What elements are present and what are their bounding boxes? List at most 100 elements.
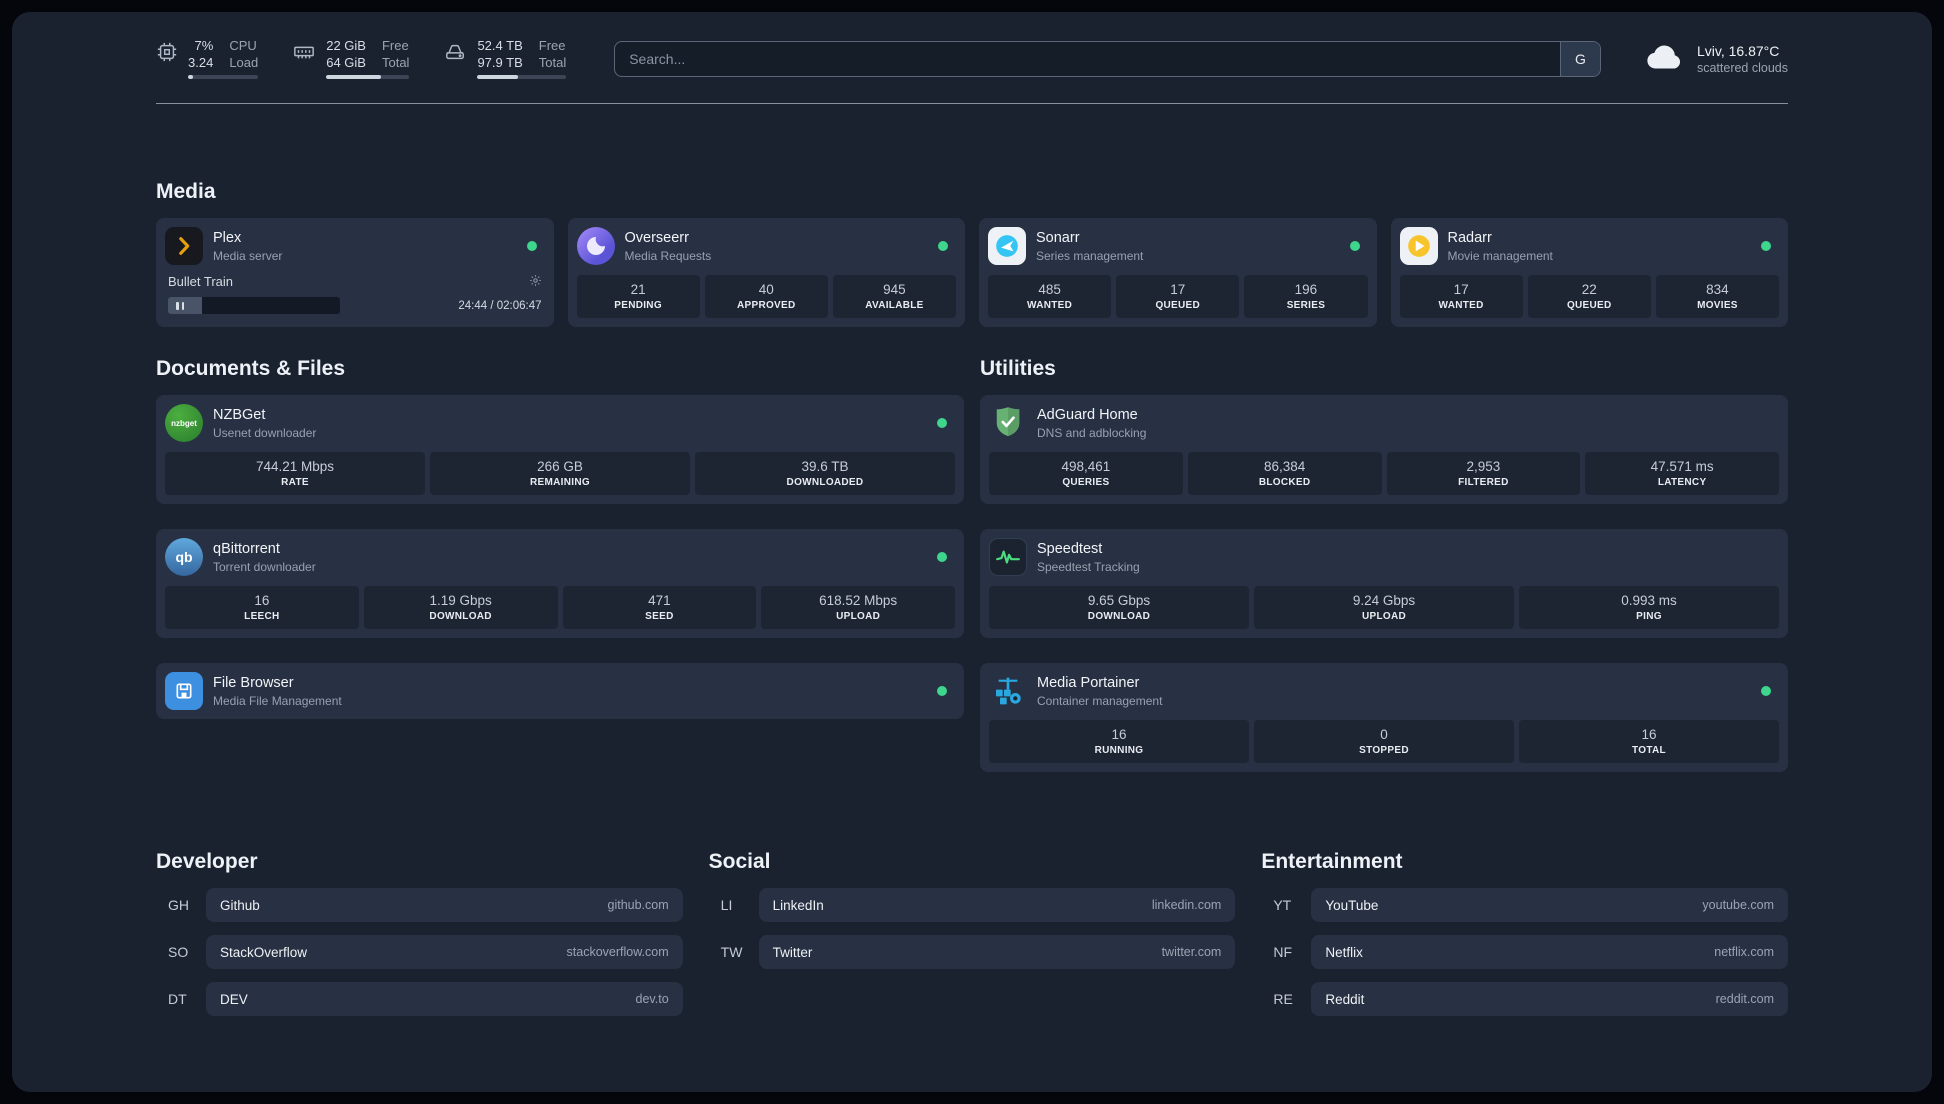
- bookmark-netflix[interactable]: NF Netflix netflix.com: [1261, 935, 1788, 969]
- section-social: Social LI LinkedIn linkedin.com TW Twitt…: [709, 850, 1236, 1029]
- stat-upload: 9.24 Gbps UPLOAD: [1254, 586, 1514, 629]
- disk-free-label: Free: [538, 38, 566, 53]
- bookmark-abbr: NF: [1273, 944, 1292, 960]
- speedtest-subtitle: Speedtest Tracking: [1037, 559, 1140, 574]
- bookmark-abbr: RE: [1273, 991, 1293, 1007]
- memory-icon: [292, 41, 316, 79]
- stat-approved: 40 APPROVED: [704, 275, 828, 318]
- nzbget-status-dot: [937, 418, 947, 428]
- service-card-qbittorrent[interactable]: qb qBittorrent Torrent downloader 16 LEE…: [156, 529, 964, 638]
- stat-total: 16 TOTAL: [1519, 720, 1779, 763]
- overseerr-subtitle: Media Requests: [624, 248, 712, 263]
- disk-widget: 52.4 TB 97.9 TB Free Total: [443, 38, 567, 79]
- service-card-portainer[interactable]: Media Portainer Container management 16 …: [980, 663, 1788, 772]
- bookmark-pill[interactable]: Github github.com: [206, 888, 683, 922]
- radarr-title: Radarr: [1447, 229, 1492, 246]
- search-provider-button[interactable]: G: [1559, 41, 1600, 76]
- speedtest-title: Speedtest: [1037, 540, 1103, 557]
- service-card-plex[interactable]: Plex Media server Bullet Train 24:44 / 0…: [156, 218, 554, 327]
- stat-movies: 834 MOVIES: [1655, 275, 1780, 318]
- stat-upload: 618.52 Mbps UPLOAD: [761, 586, 955, 629]
- qbittorrent-title: qBittorrent: [213, 540, 280, 557]
- bookmark-github[interactable]: GH Github github.com: [156, 888, 683, 922]
- memory-free-value: 22 GiB: [326, 38, 366, 53]
- cpu-load-label: Load: [229, 55, 259, 70]
- stat-seed: 471 SEED: [562, 586, 757, 629]
- service-card-speedtest[interactable]: Speedtest Speedtest Tracking 9.65 Gbps D…: [980, 529, 1788, 638]
- bookmark-abbr: LI: [720, 897, 733, 913]
- pause-icon[interactable]: [176, 297, 184, 314]
- sonarr-icon: [988, 227, 1026, 265]
- service-card-radarr[interactable]: Radarr Movie management 17 WANTED 22 QUE…: [1390, 218, 1788, 327]
- adguard-subtitle: DNS and adblocking: [1037, 425, 1147, 440]
- bookmark-pill[interactable]: LinkedIn linkedin.com: [758, 888, 1236, 922]
- weather-widget: Lviv, 16.87°C scattered clouds: [1645, 41, 1788, 76]
- portainer-status-dot: [1761, 686, 1771, 696]
- plex-title: Plex: [213, 229, 242, 246]
- memory-widget: 22 GiB 64 GiB Free Total: [292, 38, 410, 79]
- section-documents: Documents & Files nzbget NZBGet Usenet d…: [156, 357, 964, 719]
- stat-ping: 0.993 ms PING: [1519, 586, 1779, 629]
- stat-queries: 498,461 QUERIES: [989, 452, 1183, 495]
- qbittorrent-subtitle: Torrent downloader: [213, 559, 316, 574]
- filebrowser-status-dot: [937, 686, 947, 696]
- section-developer: Developer GH Github github.com SO StackO…: [156, 850, 683, 1029]
- search-input[interactable]: [615, 41, 1560, 76]
- stat-running: 16 RUNNING: [989, 720, 1249, 763]
- bookmark-youtube[interactable]: YT YouTube youtube.com: [1261, 888, 1788, 922]
- cpu-icon: [156, 41, 178, 79]
- plex-playback-time: 24:44 / 02:06:47: [458, 299, 542, 312]
- stat-queued: 22 QUEUED: [1527, 275, 1651, 318]
- bookmark-reddit[interactable]: RE Reddit reddit.com: [1261, 982, 1788, 1016]
- stat-wanted: 485 WANTED: [988, 275, 1112, 318]
- stat-wanted: 17 WANTED: [1399, 275, 1523, 318]
- filebrowser-title: File Browser: [213, 674, 294, 691]
- disk-total-label: Total: [538, 55, 567, 70]
- plex-subtitle: Media server: [213, 248, 283, 263]
- disk-free-value: 52.4 TB: [477, 38, 523, 53]
- memory-progressbar: [326, 75, 410, 79]
- overseerr-title: Overseerr: [624, 229, 689, 246]
- bookmark-linkedin[interactable]: LI LinkedIn linkedin.com: [709, 888, 1236, 922]
- stat-queued: 17 QUEUED: [1116, 275, 1240, 318]
- bookmark-abbr: SO: [168, 944, 189, 960]
- adguard-icon: [989, 404, 1027, 442]
- bookmark-dev[interactable]: DT DEV dev.to: [156, 982, 683, 1016]
- disk-icon: [443, 41, 467, 79]
- adguard-title: AdGuard Home: [1037, 406, 1138, 423]
- service-card-overseerr[interactable]: Overseerr Media Requests 21 PENDING 40 A…: [567, 218, 965, 327]
- service-card-adguard[interactable]: AdGuard Home DNS and adblocking 498,461 …: [980, 395, 1788, 504]
- overseerr-status-dot: [938, 241, 948, 251]
- bookmark-abbr: TW: [720, 944, 743, 960]
- memory-total-label: Total: [381, 55, 410, 70]
- bookmark-pill[interactable]: StackOverflow stackoverflow.com: [206, 935, 683, 969]
- bookmark-twitter[interactable]: TW Twitter twitter.com: [709, 935, 1236, 969]
- qbittorrent-status-dot: [937, 552, 947, 562]
- bookmark-stackoverflow[interactable]: SO StackOverflow stackoverflow.com: [156, 935, 683, 969]
- plex-progressbar[interactable]: [168, 297, 340, 314]
- bookmark-pill[interactable]: YouTube youtube.com: [1311, 888, 1788, 922]
- top-bar: 7% 3.24 CPU Load 22 GiB 64 GiB Free Tota…: [156, 38, 1788, 79]
- section-title-media: Media: [156, 180, 216, 203]
- cloud-icon: [1645, 41, 1685, 76]
- memory-total-value: 64 GiB: [326, 55, 366, 70]
- gear-icon[interactable]: [529, 274, 542, 289]
- service-card-nzbget[interactable]: nzbget NZBGet Usenet downloader 744.21 M…: [156, 395, 964, 504]
- service-card-filebrowser[interactable]: File Browser Media File Management: [156, 663, 964, 719]
- nzbget-subtitle: Usenet downloader: [213, 425, 317, 440]
- bookmark-pill[interactable]: DEV dev.to: [206, 982, 683, 1016]
- plex-icon: [165, 227, 203, 265]
- stat-remaining: 266 GB REMAINING: [430, 452, 690, 495]
- bookmark-abbr: YT: [1273, 897, 1292, 913]
- bookmark-abbr: GH: [168, 897, 189, 913]
- speedtest-icon: [989, 538, 1027, 576]
- dashboard-panel: 7% 3.24 CPU Load 22 GiB 64 GiB Free Tota…: [12, 12, 1932, 1092]
- service-card-sonarr[interactable]: Sonarr Series management 485 WANTED 17 Q…: [979, 218, 1377, 327]
- sonarr-subtitle: Series management: [1036, 248, 1144, 263]
- bookmark-pill[interactable]: Netflix netflix.com: [1311, 935, 1788, 969]
- stat-latency: 47.571 ms LATENCY: [1585, 452, 1779, 495]
- bookmark-pill[interactable]: Twitter twitter.com: [758, 935, 1236, 969]
- bookmark-pill[interactable]: Reddit reddit.com: [1311, 982, 1788, 1016]
- weather-location: Lviv, 16.87°C: [1696, 42, 1780, 59]
- stat-leech: 16 LEECH: [165, 586, 359, 629]
